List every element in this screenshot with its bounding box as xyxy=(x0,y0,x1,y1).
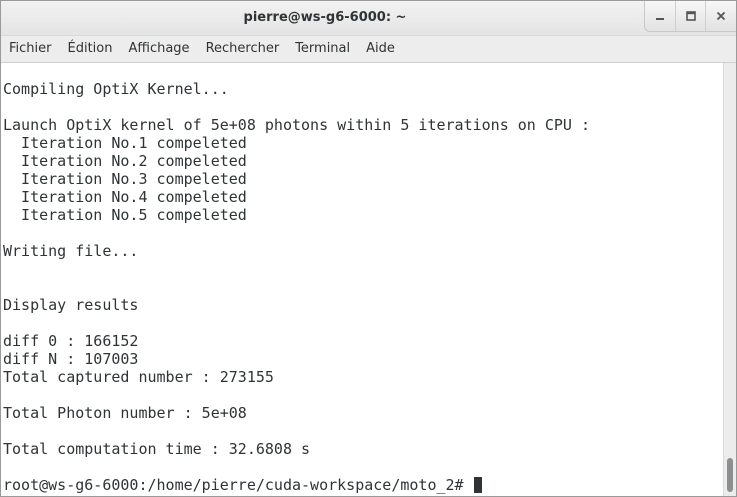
terminal-line: Total Photon number : 5e+08 xyxy=(3,404,247,422)
shell-prompt: root@ws-g6-6000:/home/pierre/cuda-worksp… xyxy=(3,476,473,494)
maximize-button[interactable] xyxy=(676,1,707,31)
terminal-line: Iteration No.4 compeleted xyxy=(3,188,247,206)
terminal-line: Writing file... xyxy=(3,242,139,260)
terminal-line: Iteration No.5 compeleted xyxy=(3,206,247,224)
menu-aide[interactable]: Aide xyxy=(358,36,403,62)
terminal-output[interactable]: Compiling OptiX Kernel... Launch OptiX k… xyxy=(1,63,723,496)
menu-terminal[interactable]: Terminal xyxy=(287,36,358,62)
window-title: pierre@ws-g6-6000: ~ xyxy=(243,10,407,25)
terminal-line: Iteration No.1 compeleted xyxy=(3,134,247,152)
terminal-line: diff N : 107003 xyxy=(3,350,139,368)
menu-bar: Fichier Édition Affichage Rechercher Ter… xyxy=(1,36,736,63)
minimize-button[interactable] xyxy=(645,1,676,31)
title-bar[interactable]: pierre@ws-g6-6000: ~ xyxy=(1,1,736,36)
scrollbar-thumb[interactable] xyxy=(727,458,733,492)
terminal-line: Iteration No.2 compeleted xyxy=(3,152,247,170)
terminal-line: Display results xyxy=(3,296,139,314)
window-controls xyxy=(644,1,736,32)
terminal-line: Iteration No.3 compeleted xyxy=(3,170,247,188)
minimize-icon xyxy=(655,18,664,20)
terminal-line: diff 0 : 166152 xyxy=(3,332,139,350)
terminal-window: pierre@ws-g6-6000: ~ Fichier Édition Aff… xyxy=(0,0,737,497)
terminal-line: Total computation time : 32.6808 s xyxy=(3,440,311,458)
prompt-line[interactable]: root@ws-g6-6000:/home/pierre/cuda-worksp… xyxy=(3,476,482,494)
vertical-scrollbar[interactable] xyxy=(723,63,736,496)
terminal-line: Compiling OptiX Kernel... xyxy=(3,80,229,98)
close-button[interactable] xyxy=(706,1,736,31)
menu-rechercher[interactable]: Rechercher xyxy=(198,36,288,62)
terminal-line: Launch OptiX kernel of 5e+08 photons wit… xyxy=(3,116,590,134)
menu-edition[interactable]: Édition xyxy=(60,36,121,62)
menu-affichage[interactable]: Affichage xyxy=(120,36,197,62)
terminal-line: Total captured number : 273155 xyxy=(3,368,274,386)
maximize-icon xyxy=(685,11,696,21)
text-cursor xyxy=(473,477,482,493)
menu-fichier[interactable]: Fichier xyxy=(1,36,60,62)
close-icon xyxy=(717,11,726,21)
